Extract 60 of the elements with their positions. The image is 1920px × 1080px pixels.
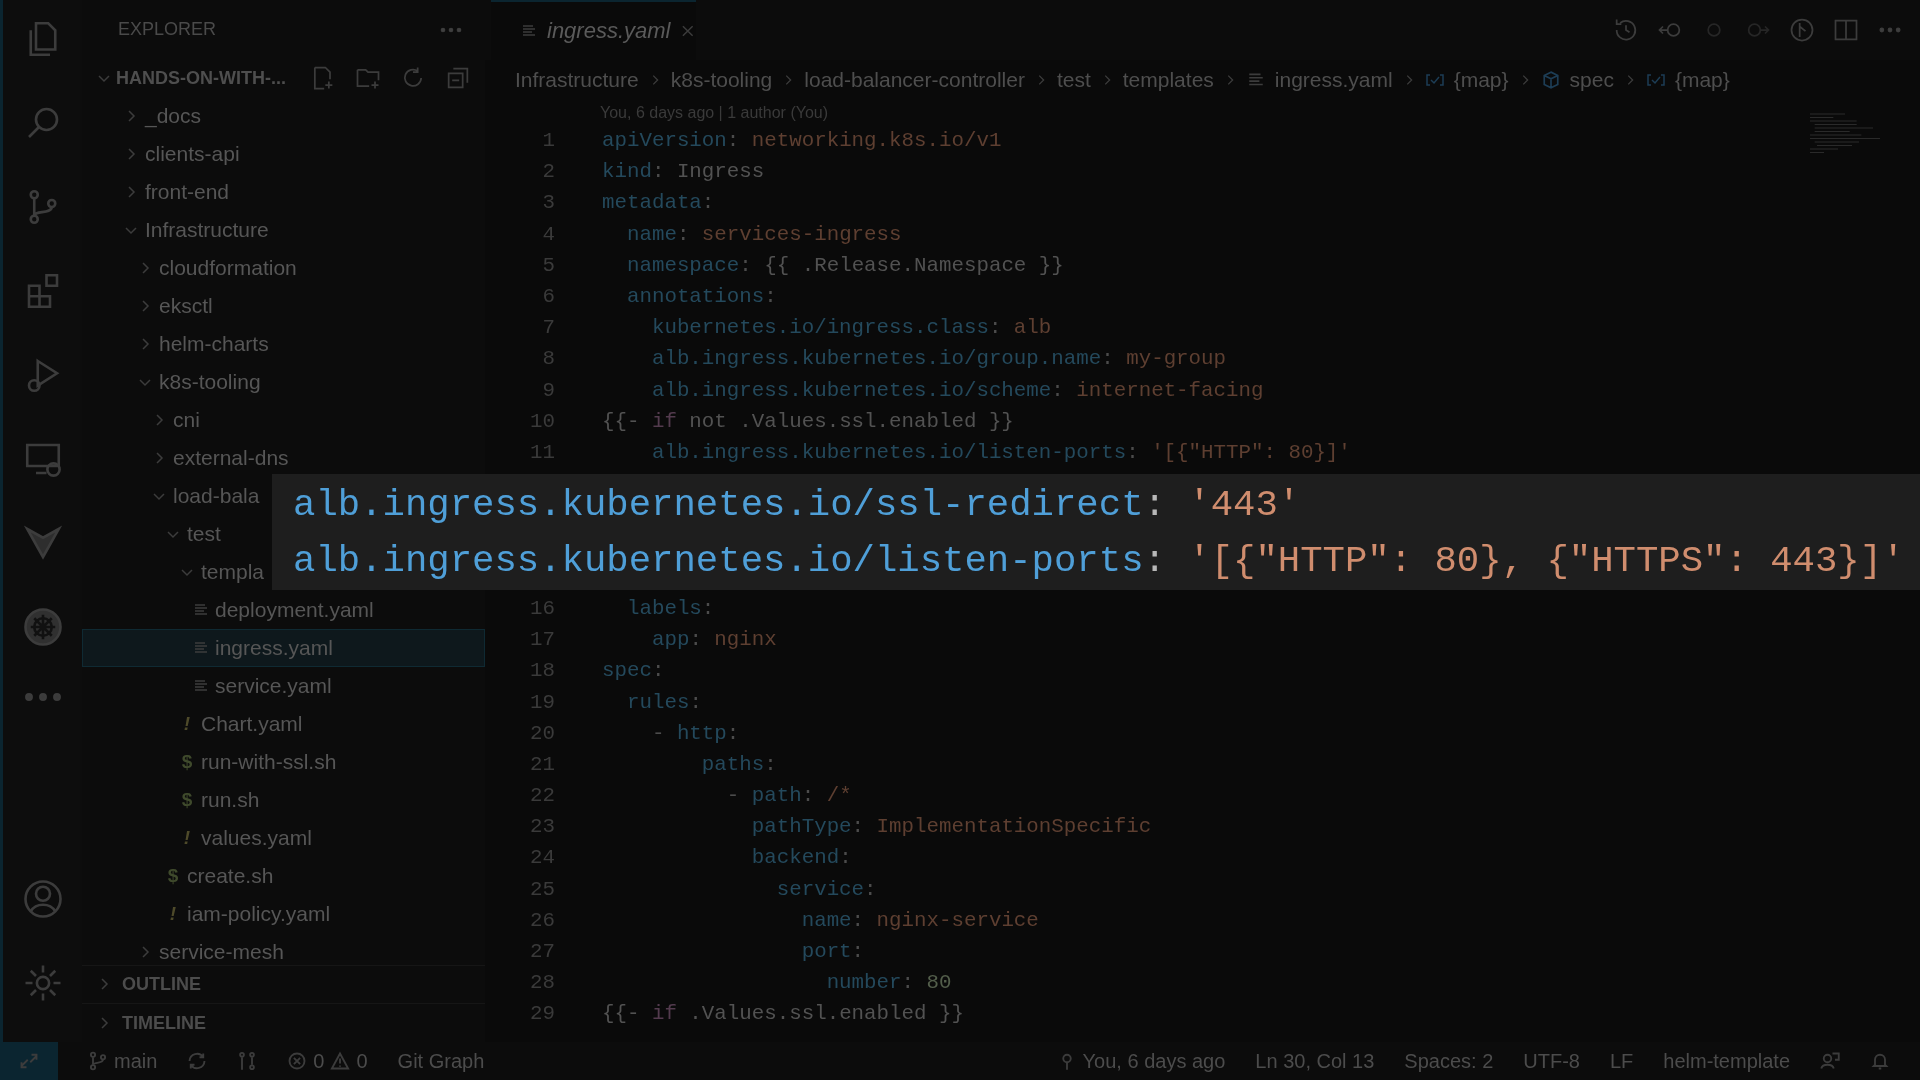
tree-item-label: service.yaml	[215, 674, 332, 699]
tree-item-label: load-bala	[173, 484, 260, 509]
code-line: alb.ingress.kubernetes.io/group.name: my-group	[650, 347, 1227, 371]
tree-item-label: service-mesh	[159, 940, 284, 965]
tree-item-label: values.yaml	[201, 826, 312, 851]
file-type-icon: !	[179, 827, 195, 850]
code-line: paths:	[700, 752, 777, 776]
code-line: {{- if .Values.ssl.enabled }}	[602, 1002, 964, 1026]
code-line: - path: /*	[725, 784, 852, 808]
tree-item-label: Chart.yaml	[201, 712, 303, 737]
tree-item-label: cni	[173, 408, 200, 433]
tree-item-label: templa	[201, 560, 265, 585]
tree-item-label: cloudformation	[159, 256, 297, 281]
tree-item-label: front-end	[145, 180, 230, 205]
tree-item-label: external-dns	[173, 446, 289, 471]
file-type-icon: $	[179, 751, 195, 774]
code-line: alb.ingress.kubernetes.io/scheme: internet-facing	[650, 378, 1264, 402]
code-line: alb.ingress.kubernetes.io/ssl-redirect: '443'	[293, 483, 1302, 528]
code-line: apiVersion: networking.k8s.io/v1	[602, 129, 1002, 153]
tree-item-label: helm-charts	[159, 332, 269, 357]
tree-item-label: k8s-tooling	[159, 370, 261, 395]
code-line: number: 80	[825, 971, 952, 995]
tree-item-label: run-with-ssl.sh	[201, 750, 337, 775]
tree-item-label: create.sh	[187, 864, 274, 889]
code-line: pathType: ImplementationSpecific	[750, 815, 1152, 839]
tree-item-label: _docs	[145, 104, 202, 129]
file-type-icon: !	[165, 903, 181, 926]
code-line: annotations:	[625, 285, 777, 309]
code-line: namespace: {{ .Release.Namespace }}	[625, 253, 1064, 277]
code-line: alb.ingress.kubernetes.io/listen-ports: '[{"HTTP": 80}]'	[650, 440, 1351, 464]
code-line: spec:	[602, 659, 665, 683]
code-line: {{- if not .Values.ssl.enabled }}	[602, 409, 1014, 433]
explorer-title: EXPLORER	[118, 19, 218, 41]
tree-item-label: eksctl	[159, 294, 213, 319]
section-title: TIMELINE	[122, 1012, 206, 1034]
code-line: metadata:	[602, 191, 715, 215]
code-line: rules:	[625, 690, 702, 714]
tree-item-label: iam-policy.yaml	[187, 902, 331, 927]
code-line: alb.ingress.kubernetes.io/listen-ports: '[{"HTTP": 80}, {"HTTPS": 443}]'	[293, 539, 1906, 584]
workspace-name: HANDS-ON-WITH-...	[116, 67, 287, 89]
code-line: name: services-ingress	[625, 222, 902, 246]
code-line: name: nginx-service	[800, 908, 1039, 932]
code-line: labels:	[625, 596, 715, 620]
code-line: kubernetes.io/ingress.class: alb	[650, 316, 1052, 340]
file-type-icon: !	[179, 713, 195, 736]
tree-item-label: Infrastructure	[145, 218, 269, 243]
tree-item-label: deployment.yaml	[215, 598, 374, 623]
tree-item-label: ingress.yaml	[215, 636, 333, 661]
code-line: kind: Ingress	[602, 160, 765, 184]
code-line: service:	[775, 877, 877, 901]
tree-item-label: clients-api	[145, 142, 240, 167]
tree-item-label: test	[187, 522, 221, 547]
file-type-icon: $	[179, 789, 195, 812]
section-title: OUTLINE	[122, 973, 201, 995]
tree-item-label: run.sh	[201, 788, 260, 813]
code-line: app: nginx	[650, 628, 777, 652]
code-line: port:	[800, 940, 865, 963]
code-line: backend:	[750, 846, 852, 870]
code-line: - http:	[650, 721, 740, 745]
file-type-icon: $	[165, 865, 181, 888]
